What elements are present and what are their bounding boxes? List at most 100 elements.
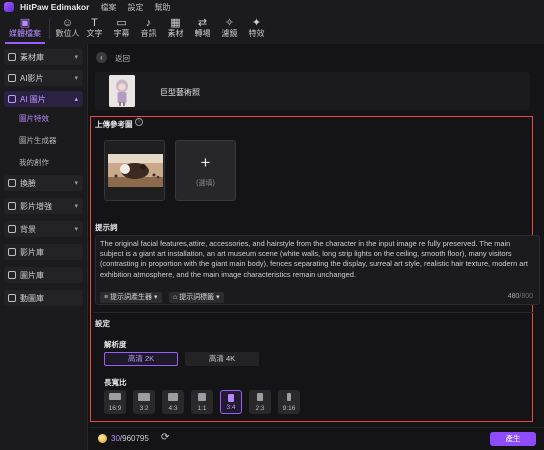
ratio-option[interactable]: 16:9 — [104, 390, 126, 414]
toolbar-label: 濾鏡 — [221, 29, 238, 38]
resolution-4k-button[interactable]: 高清 4K — [185, 352, 259, 366]
sidebar-item-video-enhance[interactable]: 影片增強 ▾ — [4, 198, 83, 214]
audio-icon: ♪ — [145, 17, 152, 29]
prompt-title: 提示詞 — [95, 223, 118, 232]
ratio-title: 長寬比 — [104, 378, 127, 387]
sidebar-item-label: 圖片庫 — [20, 270, 44, 280]
ratio-label: 9:16 — [282, 405, 296, 412]
sidebar-item-background[interactable]: 背景 ▾ — [4, 221, 83, 237]
ratio-label: 2:3 — [255, 405, 265, 412]
toolbar-effects-button[interactable]: ✦ 特效 — [243, 14, 270, 39]
char-max: /800 — [519, 293, 533, 300]
sidebar-subitem[interactable]: 圖片生成器 — [0, 129, 87, 151]
refresh-icon[interactable]: ⟳ — [161, 432, 169, 443]
subtitle-icon: ▭ — [116, 17, 127, 29]
toolbar-assets-button[interactable]: ▦ 素材 — [162, 14, 189, 39]
chevron-down-icon: ▾ — [74, 180, 78, 187]
title-bar: HitPaw Edimakor 檔案 設定 幫助 — [0, 0, 544, 14]
media-icon: ▣ — [19, 17, 31, 29]
coin-icon — [98, 434, 107, 443]
back-label[interactable]: 返回 — [115, 53, 130, 64]
toolbar-filter-button[interactable]: ✧ 濾鏡 — [216, 14, 243, 39]
generate-button[interactable]: 產生 — [490, 432, 536, 446]
sidebar-item-label: 換臉 — [20, 178, 36, 188]
prompt-tags-button[interactable]: ⌂ 提示詞標籤 ▾ — [169, 292, 224, 303]
main-panel: ‹ 返回 巨型藝術照 上傳參考圖 i + (選填) 提示詞 The origin… — [89, 44, 544, 450]
ratio-shape-icon — [167, 393, 179, 401]
add-reference-button[interactable]: + (選填) — [175, 140, 236, 201]
ratio-shape-icon — [138, 393, 150, 401]
toolbar-transition-button[interactable]: ⇄ 轉場 — [189, 14, 216, 39]
sidebar-item-label: 動圖庫 — [20, 293, 44, 303]
app-title: HitPaw Edimakor — [20, 2, 90, 12]
prompt-text[interactable]: The original facial features,attire, acc… — [100, 239, 534, 280]
menu-settings[interactable]: 設定 — [127, 2, 143, 13]
menu-file[interactable]: 檔案 — [100, 2, 116, 13]
sidebar-item-video-library[interactable]: 影片庫 — [4, 244, 83, 260]
ratio-option[interactable]: 9:16 — [278, 390, 300, 414]
sidebar-item-label: 素材庫 — [20, 52, 44, 62]
sidebar-item-label: 影片庫 — [20, 247, 44, 257]
sidebar-item-face-swap[interactable]: 換臉 ▾ — [4, 175, 83, 191]
prompt-input[interactable]: The original facial features,attire, acc… — [95, 235, 540, 305]
ratio-shape-icon — [198, 393, 206, 401]
toolbar-divider — [49, 19, 50, 39]
sidebar-item-image-library[interactable]: 圖片庫 — [4, 267, 83, 283]
effects-icon: ✦ — [251, 17, 262, 29]
sidebar-item-label: 背景 — [20, 224, 36, 234]
chevron-down-icon: ▾ — [152, 294, 158, 301]
ratio-option[interactable]: 2:3 — [249, 390, 271, 414]
ratio-label: 3:2 — [139, 405, 149, 412]
ratio-option[interactable]: 3:2 — [133, 390, 155, 414]
ratio-option[interactable]: 3:4 — [220, 390, 242, 414]
text-icon: T — [91, 17, 98, 29]
video-library-icon — [8, 248, 16, 256]
ratio-shape-icon — [109, 393, 121, 400]
info-icon[interactable]: i — [135, 118, 143, 126]
plus-icon: + — [200, 152, 211, 172]
optional-label: (選填) — [196, 179, 215, 187]
credits-total: /960795 — [119, 434, 149, 443]
prompt-generator-button[interactable]: ≡ 提示詞產生器 ▾ — [100, 292, 162, 303]
background-icon — [8, 225, 16, 233]
digital-human-icon: ☺ — [61, 17, 74, 29]
image-library-icon — [8, 271, 16, 279]
menu-help[interactable]: 幫助 — [154, 2, 170, 13]
prompt-tags-label: 提示詞標籤 — [179, 294, 215, 301]
sidebar-item-ai-video[interactable]: AI影片 ▾ — [4, 70, 83, 86]
toolbar-media-button[interactable]: ▣ 媒體檔案 — [5, 14, 45, 44]
sidebar-item-gif-library[interactable]: 動圖庫 — [4, 290, 83, 306]
sidebar-item-library[interactable]: 素材庫 ▾ — [4, 49, 83, 65]
bottom-bar: 30/960795 ⟳ 產生 — [89, 427, 544, 450]
settings-title: 設定 — [95, 319, 110, 328]
ratio-shape-icon — [228, 394, 234, 402]
char-count: 480 — [507, 293, 520, 300]
resolution-2k-button[interactable]: 高清 2K — [104, 352, 178, 366]
ratio-label: 3:4 — [226, 404, 236, 411]
back-button[interactable]: ‹ — [96, 52, 107, 63]
toolbar-digital-human-button[interactable]: ☺ 數位人 — [54, 14, 81, 39]
ratio-option[interactable]: 1:1 — [191, 390, 213, 414]
app-logo-icon — [4, 2, 14, 12]
sidebar-item-label: AI影片 — [20, 73, 44, 83]
sidebar-item-label: 影片增強 — [20, 201, 52, 211]
sidebar-subitem[interactable]: 我的創作 — [0, 151, 87, 173]
toolbar-audio-button[interactable]: ♪ 音訊 — [135, 14, 162, 39]
sidebar-subitem[interactable]: 圖片特效 — [0, 107, 87, 129]
ratio-option[interactable]: 4:3 — [162, 390, 184, 414]
library-icon — [8, 53, 16, 61]
toolbar-label: 數位人 — [55, 29, 80, 38]
ratio-label: 16:9 — [108, 405, 122, 412]
sidebar-item-ai-image[interactable]: AI 圖片 ▴ — [4, 91, 83, 107]
video-enhance-icon — [8, 202, 16, 210]
template-thumbnail — [109, 75, 135, 107]
toolbar-label: 特效 — [248, 29, 265, 38]
reference-image[interactable] — [104, 140, 165, 201]
char-counter: 480/800 — [508, 293, 533, 300]
chevron-down-icon: ▾ — [74, 75, 78, 82]
prompt-generator-label: 提示詞產生器 — [110, 294, 153, 301]
toolbar-text-button[interactable]: T 文字 — [81, 14, 108, 39]
sidebar: 素材庫 ▾ AI影片 ▾ AI 圖片 ▴ 圖片特效 圖片生成器 我的創作 換臉 ▾ 影片增強 ▾ 背景 ▾ 影… — [0, 44, 88, 450]
toolbar-subtitle-button[interactable]: ▭ 字幕 — [108, 14, 135, 39]
assets-icon: ▦ — [170, 17, 181, 29]
